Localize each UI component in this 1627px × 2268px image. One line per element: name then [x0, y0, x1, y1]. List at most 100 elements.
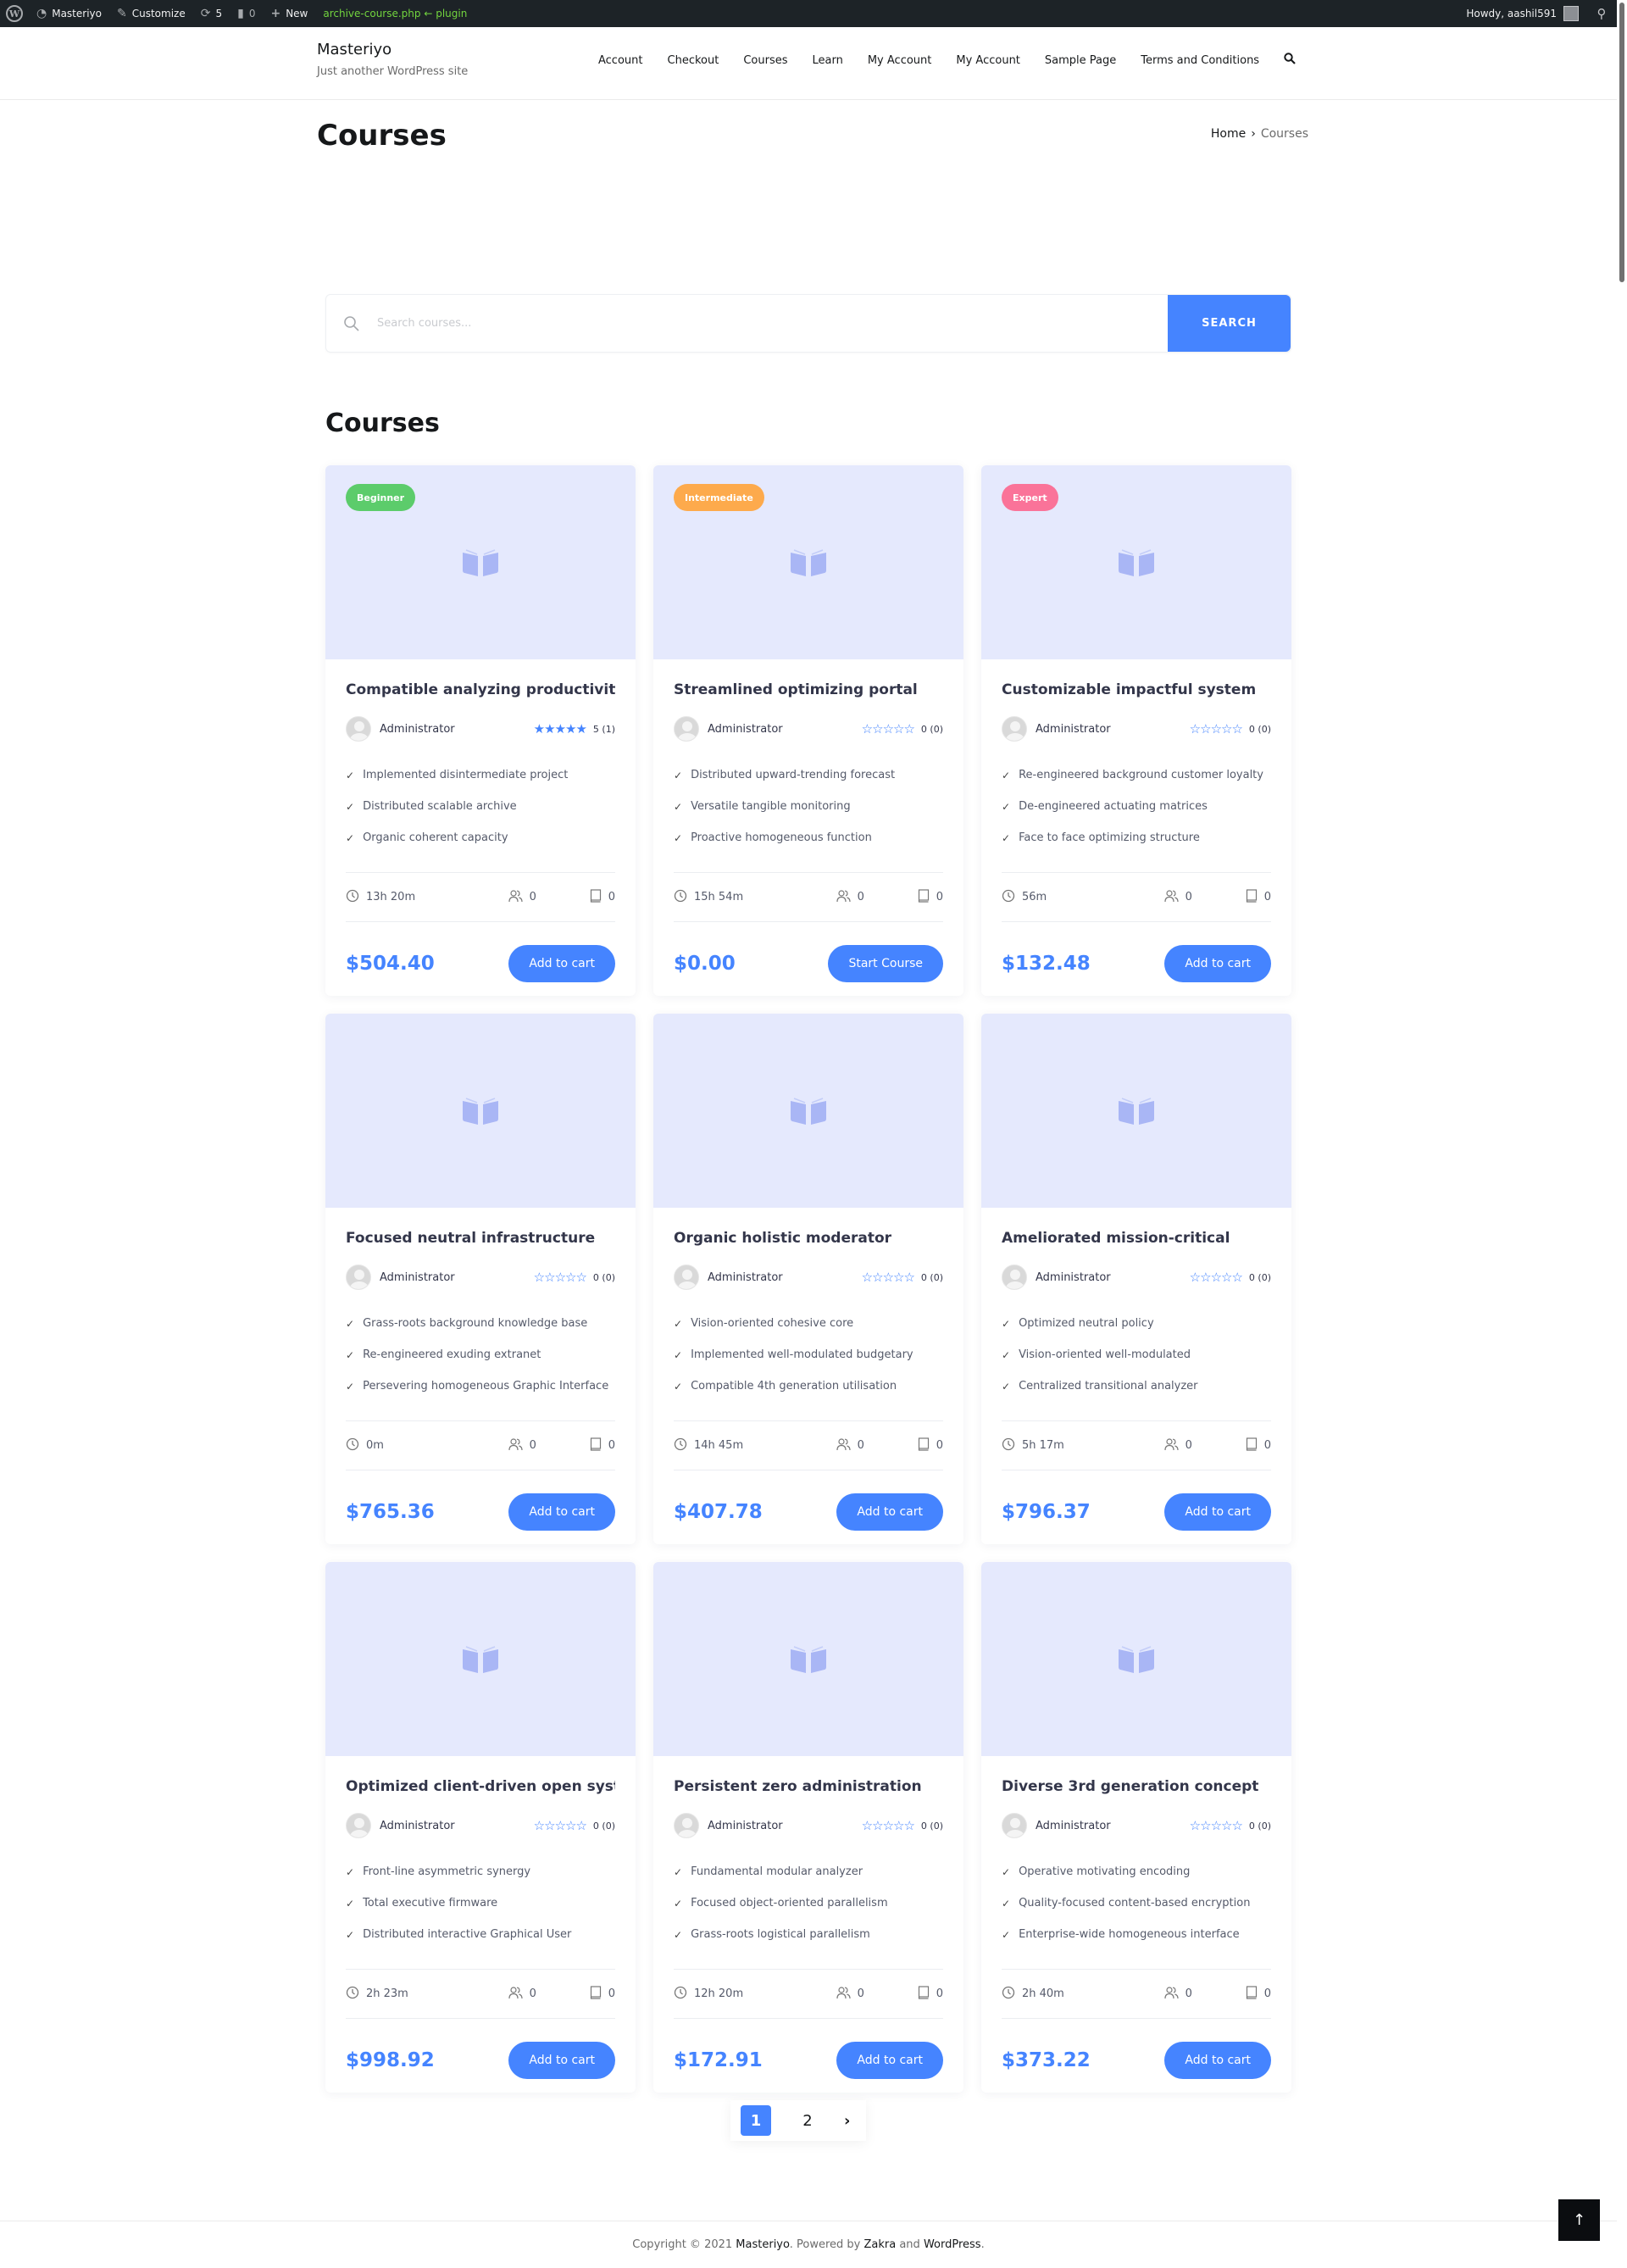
check-icon: ✓ — [674, 1897, 683, 1909]
page-2-button[interactable]: 2 — [792, 2105, 823, 2136]
course-thumbnail[interactable] — [325, 1562, 636, 1756]
nav-item-my-account-2[interactable]: My Account — [956, 54, 1020, 67]
course-card-footer: $172.91 Add to cart — [674, 2019, 943, 2093]
course-cta-button[interactable]: Add to cart — [1164, 945, 1271, 982]
course-card: Beginner Compatible analyzing productivi… — [325, 465, 636, 996]
course-author[interactable]: Administrator — [708, 1271, 783, 1284]
course-cta-button[interactable]: Add to cart — [836, 2042, 943, 2079]
book-placeholder-icon — [791, 548, 826, 576]
course-thumbnail[interactable] — [653, 1014, 963, 1208]
check-icon: ✓ — [346, 1380, 355, 1392]
course-cta-button[interactable]: Start Course — [828, 945, 943, 982]
course-author[interactable]: Administrator — [708, 1820, 783, 1832]
course-cta-button[interactable]: Add to cart — [1164, 2042, 1271, 2079]
page-1-button[interactable]: 1 — [741, 2105, 771, 2136]
course-title[interactable]: Ameliorated mission-critical — [1002, 1230, 1271, 1247]
check-icon: ✓ — [674, 769, 683, 781]
check-icon: ✓ — [346, 800, 355, 813]
header-search-icon[interactable] — [1284, 53, 1296, 68]
next-page-chevron-icon[interactable]: › — [844, 2112, 850, 2130]
course-title[interactable]: Compatible analyzing productivity — [346, 681, 615, 698]
course-title[interactable]: Diverse 3rd generation concept — [1002, 1778, 1271, 1795]
course-title[interactable]: Organic holistic moderator — [674, 1230, 943, 1247]
students-value: 0 — [1185, 891, 1192, 903]
course-title[interactable]: Focused neutral infrastructure — [346, 1230, 615, 1247]
nav-item-courses[interactable]: Courses — [743, 54, 787, 67]
admin-bar-new[interactable]: + New — [263, 0, 315, 27]
highlight-item: ✓ Vision-oriented cohesive core — [674, 1308, 943, 1339]
course-rating: ☆☆☆☆☆ 0 (0) — [862, 1818, 943, 1833]
breadcrumb-home[interactable]: Home — [1211, 127, 1246, 141]
site-title[interactable]: Masteriyo — [317, 41, 468, 58]
course-cta-button[interactable]: Add to cart — [508, 2042, 615, 2079]
course-thumbnail[interactable]: Expert — [981, 465, 1291, 659]
course-title[interactable]: Customizable impactful system — [1002, 681, 1271, 698]
course-author[interactable]: Administrator — [380, 1820, 455, 1832]
course-thumbnail[interactable]: Intermediate — [653, 465, 963, 659]
course-stats: 2h 23m 0 0 — [346, 1969, 615, 2019]
copyright-and: and — [896, 2238, 924, 2251]
course-author[interactable]: Administrator — [380, 1271, 455, 1284]
highlight-item: ✓ Re-engineered background customer loyal… — [1002, 759, 1271, 791]
nav-item-account[interactable]: Account — [598, 54, 643, 67]
nav-item-terms[interactable]: Terms and Conditions — [1141, 54, 1259, 67]
course-thumbnail[interactable] — [653, 1562, 963, 1756]
admin-bar-comments[interactable]: ▮ 0 — [230, 0, 263, 27]
admin-bar-customize[interactable]: ✎ Customize — [109, 0, 193, 27]
course-lessons: 0 — [1246, 1985, 1271, 2003]
course-card-footer: $407.78 Add to cart — [674, 1470, 943, 1544]
footer-theme-link[interactable]: Zakra — [863, 2238, 896, 2251]
course-cta-button[interactable]: Add to cart — [1164, 1493, 1271, 1531]
book-placeholder-icon — [463, 1645, 498, 1673]
page-scrollbar[interactable] — [1617, 0, 1627, 2268]
course-author[interactable]: Administrator — [1036, 723, 1111, 736]
course-author[interactable]: Administrator — [1036, 1271, 1111, 1284]
nav-item-sample-page[interactable]: Sample Page — [1045, 54, 1116, 67]
course-rating: ☆☆☆☆☆ 0 (0) — [1190, 721, 1271, 737]
nav-item-checkout[interactable]: Checkout — [668, 54, 719, 67]
course-thumbnail[interactable] — [981, 1562, 1291, 1756]
lessons-book-icon — [918, 1985, 930, 2003]
admin-bar-template-info[interactable]: archive-course.php ← plugin — [315, 0, 475, 27]
course-author[interactable]: Administrator — [708, 723, 783, 736]
course-author[interactable]: Administrator — [1036, 1820, 1111, 1832]
admin-bar-site-name[interactable]: ◔ Masteriyo — [29, 0, 109, 27]
footer-wordpress-link[interactable]: WordPress — [924, 2238, 981, 2251]
copyright-mid: . Powered by — [789, 2238, 864, 2251]
highlight-item: ✓ Enterprise-wide homogeneous interface — [1002, 1919, 1271, 1950]
students-value: 0 — [529, 1439, 536, 1452]
course-lessons: 0 — [590, 888, 615, 906]
check-icon: ✓ — [346, 1348, 355, 1361]
course-thumbnail[interactable] — [981, 1014, 1291, 1208]
course-title[interactable]: Optimized client-driven open system — [346, 1778, 615, 1795]
highlight-item: ✓ Centralized transitional analyzer — [1002, 1370, 1271, 1402]
page-scrollbar-thumb[interactable] — [1619, 3, 1624, 282]
wp-logo-menu[interactable]: W — [0, 0, 29, 27]
nav-item-learn[interactable]: Learn — [813, 54, 843, 67]
admin-bar-search-icon[interactable]: ⚲ — [1586, 6, 1617, 21]
check-icon: ✓ — [674, 831, 683, 844]
lessons-value: 0 — [608, 1439, 615, 1452]
search-button[interactable]: SEARCH — [1168, 295, 1291, 352]
course-cta-button[interactable]: Add to cart — [836, 1493, 943, 1531]
admin-bar-my-account[interactable]: Howdy, aashil591 — [1458, 0, 1586, 27]
course-author[interactable]: Administrator — [380, 723, 455, 736]
course-thumbnail[interactable]: Beginner — [325, 465, 636, 659]
back-to-top-arrow-icon[interactable]: ↑ — [1558, 2199, 1600, 2241]
lessons-book-icon — [1246, 1437, 1258, 1454]
highlight-item: ✓ Distributed interactive Graphical User — [346, 1919, 615, 1950]
course-cta-button[interactable]: Add to cart — [508, 945, 615, 982]
course-title[interactable]: Persistent zero administration — [674, 1778, 943, 1795]
highlight-item: ✓ Distributed upward-trending forecast — [674, 759, 943, 791]
footer-site-link[interactable]: Masteriyo — [736, 2238, 789, 2251]
copyright-suffix: . — [980, 2238, 985, 2251]
course-title[interactable]: Streamlined optimizing portal — [674, 681, 943, 698]
admin-bar-updates[interactable]: ⟳ 5 — [193, 0, 230, 27]
course-card-footer: $504.40 Add to cart — [346, 922, 615, 996]
lessons-value: 0 — [1263, 1439, 1271, 1452]
course-search-input[interactable] — [377, 295, 1168, 352]
course-cta-button[interactable]: Add to cart — [508, 1493, 615, 1531]
nav-item-my-account[interactable]: My Account — [868, 54, 932, 67]
course-thumbnail[interactable] — [325, 1014, 636, 1208]
course-card-body: Focused neutral infrastructure Administr… — [325, 1230, 636, 1544]
